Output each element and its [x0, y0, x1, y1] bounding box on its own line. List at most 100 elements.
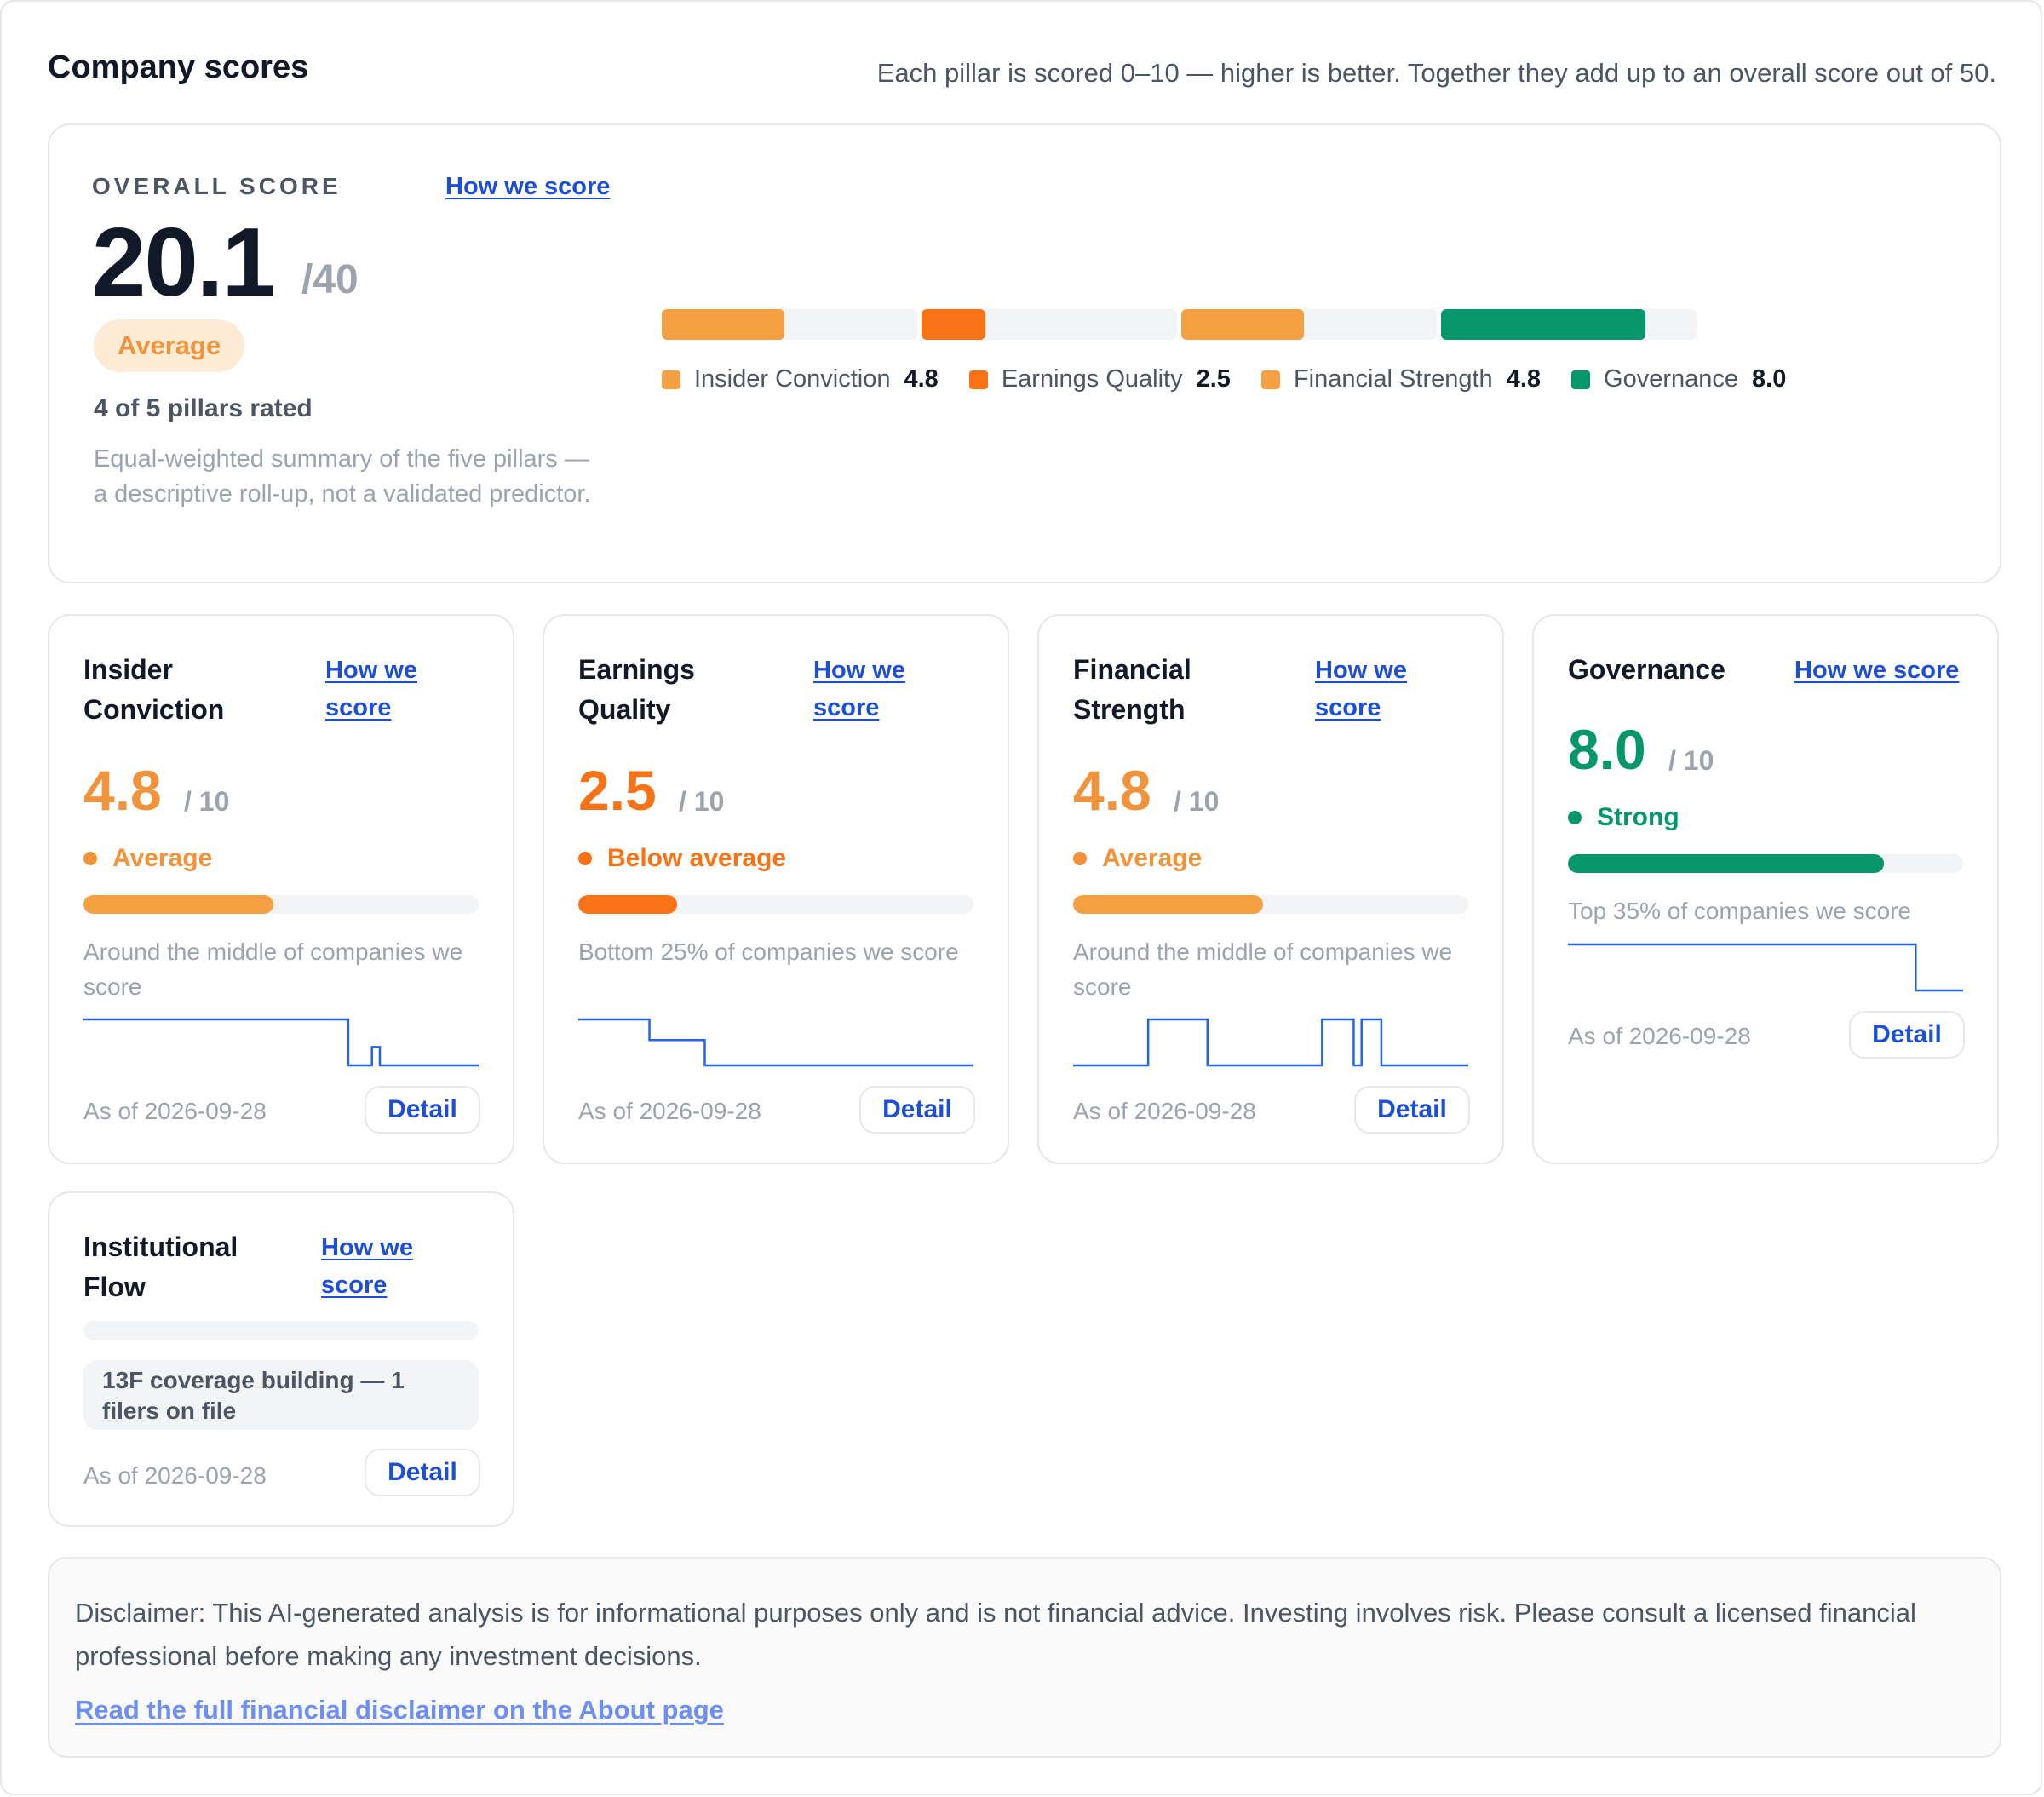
legend-swatch [968, 370, 988, 389]
pillar-score: 8.0 [1568, 718, 1646, 781]
sparkline-path [1568, 943, 1963, 992]
pillar-as-of-date: As of 2026-09-28 [1568, 1023, 1751, 1049]
sparkline-path [578, 1018, 973, 1067]
scores-panel: Company scores Each pillar is scored 0–1… [0, 0, 2042, 1795]
pillar-as-of-date: As of 2026-09-28 [1073, 1098, 1256, 1124]
pillar-score: 4.8 [83, 759, 162, 822]
pillar-score: 2.5 [578, 759, 657, 822]
pillar-title: Governance [1568, 654, 1725, 685]
pillar-as-of-date: As of 2026-09-28 [83, 1462, 267, 1489]
pillar-card-insider-conviction: Insider Conviction How we score 4.8 / 10… [48, 614, 514, 1164]
sparkline-path [1073, 1018, 1468, 1067]
pillar-how-we-score-link[interactable]: How we score [321, 1229, 440, 1304]
pillar-status-label: Average [1102, 844, 1203, 872]
overall-how-we-score-link[interactable]: How we score [445, 173, 610, 201]
legend-swatch [1571, 370, 1591, 389]
pillar-sparkline [1073, 1018, 1468, 1067]
pillar-detail-button[interactable]: Detail [365, 1449, 480, 1496]
pillar-status: Average [1073, 844, 1202, 873]
pillar-score-bar [1568, 854, 1963, 873]
pillar-detail-button[interactable]: Detail [365, 1086, 480, 1134]
segment-bar-governance [1441, 309, 1697, 340]
pillar-how-we-score-link[interactable]: How we score [1315, 652, 1434, 726]
overall-score-label: OVERALL SCORE [92, 173, 342, 199]
status-dot-icon [1568, 811, 1582, 824]
legend-item: Governance 8.0 [1571, 365, 1786, 393]
pillar-title: Financial Strength [1073, 654, 1191, 725]
overall-score-card: OVERALL SCORE How we score 20.1 /40 Aver… [48, 123, 2001, 583]
pillar-score-max: / 10 [184, 786, 230, 817]
pillar-score-bar-fill [1568, 854, 1885, 873]
segment-bar-earnings-quality [922, 309, 1177, 340]
legend-value: 8.0 [1752, 365, 1787, 393]
segment-fill [662, 309, 784, 340]
page-subtitle: Each pillar is scored 0–10 — higher is b… [876, 58, 1996, 88]
pillar-card-financial-strength: Financial Strength How we score 4.8 / 10… [1037, 614, 1504, 1164]
pillar-status: Average [83, 844, 212, 873]
pillar-score-max: / 10 [679, 786, 725, 817]
segment-fill [922, 309, 985, 340]
pillar-card-governance: Governance How we score 8.0 / 10 Strong … [1532, 614, 1999, 1164]
pillar-score-bar [1073, 895, 1468, 914]
overall-score-value: 20.1 [92, 209, 276, 317]
pillar-score-max: / 10 [1668, 745, 1714, 776]
disclaimer-about-link[interactable]: Read the full financial disclaimer on th… [75, 1695, 724, 1725]
pillar-score-bar [83, 895, 479, 914]
pillar-how-we-score-link[interactable]: How we score [1794, 652, 1973, 689]
pillar-how-we-score-link[interactable]: How we score [813, 652, 933, 726]
sparkline-path [83, 1018, 479, 1067]
legend-swatch [662, 370, 680, 389]
pillar-score-bar [578, 895, 973, 914]
disclaimer-box: Disclaimer: This AI-generated analysis i… [48, 1557, 2001, 1758]
pillar-detail-button[interactable]: Detail [1849, 1011, 1965, 1059]
pillar-percentile-note: Bottom 25% of companies we score [578, 939, 959, 965]
legend-label: Governance [1604, 365, 1739, 393]
pillar-sparkline [83, 1018, 479, 1067]
legend-value: 4.8 [1506, 365, 1542, 393]
pillar-title: Institutional Flow [83, 1231, 238, 1302]
legend-item: Insider Conviction 4.8 [662, 365, 939, 393]
overall-description: Equal-weighted summary of the five pilla… [94, 445, 591, 508]
pillar-score-bar-empty [83, 1321, 479, 1340]
legend-label: Insider Conviction [694, 365, 891, 393]
status-dot-icon [578, 852, 592, 865]
segment-fill [1441, 309, 1645, 340]
pillar-title: Earnings Quality [578, 654, 695, 725]
pillar-card-institutional-flow: Institutional Flow How we score 13F cove… [48, 1191, 514, 1527]
pillar-percentile-note: Top 35% of companies we score [1568, 898, 1912, 924]
overall-score-max: /40 [301, 257, 359, 302]
pillar-status-label: Strong [1597, 803, 1679, 831]
legend-item: Earnings Quality 2.5 [968, 365, 1231, 393]
pillar-status: Below average [578, 844, 786, 873]
pillar-as-of-date: As of 2026-09-28 [578, 1098, 761, 1124]
pillar-score-bar-fill [578, 895, 677, 914]
pillar-score-max: / 10 [1174, 786, 1220, 817]
page-title: Company scores [48, 49, 309, 85]
pillar-detail-button[interactable]: Detail [1354, 1086, 1470, 1134]
pillar-score-bar-fill [83, 895, 273, 914]
pillar-detail-button[interactable]: Detail [859, 1086, 975, 1134]
legend-value: 2.5 [1196, 365, 1231, 393]
status-dot-icon [1073, 852, 1087, 865]
segment-fill [1181, 309, 1304, 340]
legend-label: Earnings Quality [1001, 365, 1183, 393]
overall-status-badge: Average [94, 319, 245, 372]
pillar-title: Insider Conviction [83, 654, 225, 725]
pillar-score-bar-fill [1073, 895, 1263, 914]
pillar-status-label: Average [112, 844, 213, 872]
segment-bar-insider-conviction [662, 309, 917, 340]
legend-label: Financial Strength [1293, 365, 1493, 393]
pillar-sparkline [1568, 943, 1963, 992]
pillar-percentile-note: Around the middle of companies we score [83, 939, 463, 1000]
pillar-score: 4.8 [1073, 759, 1151, 822]
status-dot-icon [83, 852, 97, 865]
pillar-percentile-note: Around the middle of companies we score [1073, 939, 1453, 1000]
pillar-how-we-score-link[interactable]: How we score [325, 652, 445, 726]
legend-value: 4.8 [904, 365, 939, 393]
legend-swatch [1260, 370, 1280, 389]
pillars-rated-count: 4 of 5 pillars rated [94, 394, 313, 422]
pillar-status: Strong [1568, 803, 1679, 832]
coverage-note: 13F coverage building — 1 filers on file [83, 1360, 479, 1430]
pillar-as-of-date: As of 2026-09-28 [83, 1098, 267, 1124]
disclaimer-text: Disclaimer: This AI-generated analysis i… [75, 1598, 1916, 1671]
